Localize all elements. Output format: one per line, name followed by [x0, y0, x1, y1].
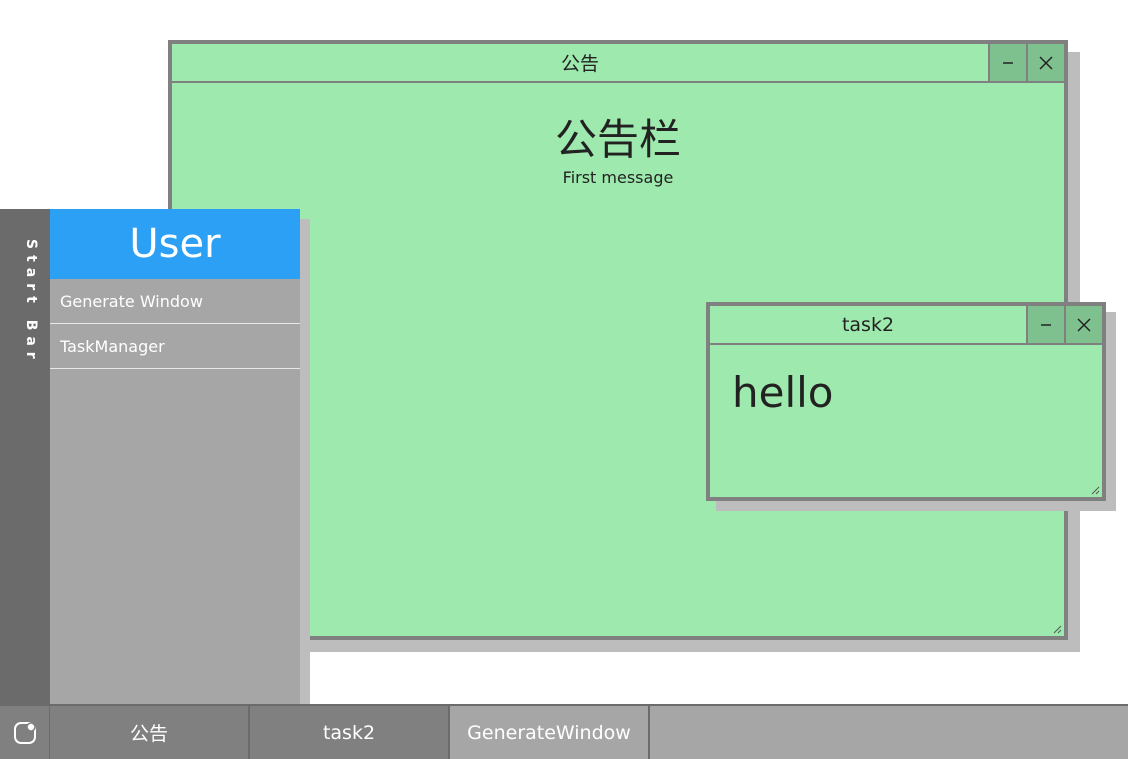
menu-item-task-manager[interactable]: TaskManager	[50, 324, 300, 369]
menu-item-generate-window[interactable]: Generate Window	[50, 279, 300, 324]
close-icon	[1077, 317, 1091, 332]
task2-close-button[interactable]	[1064, 306, 1102, 343]
start-bar-label: Start Bar	[23, 239, 39, 365]
minimize-icon	[1003, 61, 1013, 64]
task2-content: hello	[732, 368, 834, 417]
start-icon	[13, 721, 36, 744]
close-icon	[1039, 55, 1053, 70]
taskbar: 公告 task2 GenerateWindow	[0, 704, 1128, 759]
task2-minimize-button[interactable]	[1026, 306, 1064, 343]
task2-window[interactable]: task2 hello	[706, 302, 1106, 501]
user-header: User	[50, 209, 300, 279]
minimize-icon	[1041, 323, 1051, 326]
start-menu: User Generate Window TaskManager	[50, 209, 300, 704]
taskbar-item-task2[interactable]: task2	[250, 706, 450, 759]
resize-grip-icon[interactable]	[1052, 624, 1062, 634]
task2-window-title: task2	[841, 313, 895, 336]
task2-window-titlebar[interactable]: task2	[710, 306, 1102, 345]
notice-close-button[interactable]	[1026, 44, 1064, 81]
start-button[interactable]	[0, 706, 50, 759]
start-bar[interactable]: Start Bar	[0, 209, 50, 704]
notice-heading: 公告栏	[554, 115, 681, 164]
notice-message: First message	[562, 168, 674, 187]
notice-window-titlebar[interactable]: 公告	[172, 44, 1064, 83]
notice-window-title: 公告	[560, 53, 599, 75]
taskbar-item-notice[interactable]: 公告	[50, 706, 250, 759]
taskbar-item-generate-window[interactable]: GenerateWindow	[450, 706, 650, 759]
notice-minimize-button[interactable]	[988, 44, 1026, 81]
resize-grip-icon[interactable]	[1090, 485, 1100, 495]
